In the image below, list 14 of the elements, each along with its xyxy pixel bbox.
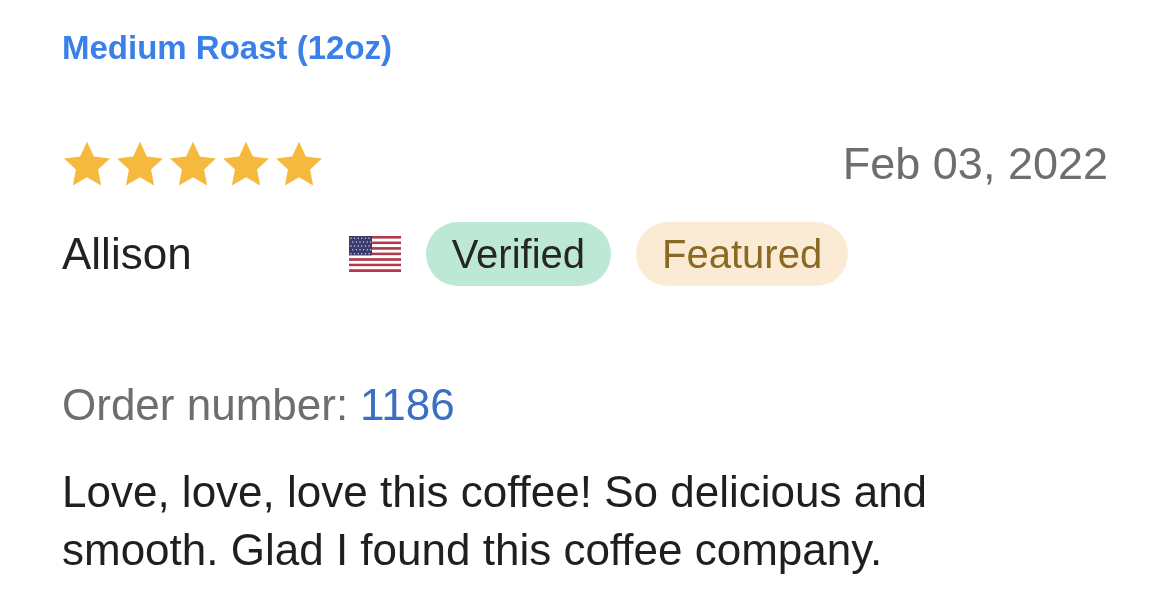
reviewer-name: Allison: [62, 228, 192, 280]
review-date: Feb 03, 2022: [842, 138, 1108, 190]
review-text: Love, love, love this coffee! So delicious and smooth. Glad I found this coffee company.: [62, 466, 929, 576]
order-number-link[interactable]: 1186: [360, 379, 455, 431]
star-icon: [168, 140, 218, 188]
verified-badge: Verified: [425, 222, 612, 286]
star-icon: [62, 140, 112, 188]
flag-icon: [348, 236, 401, 272]
star-icon: [115, 140, 165, 188]
star-icon: [221, 140, 271, 188]
product-link[interactable]: Medium Roast (12oz): [62, 28, 393, 68]
order-label: Order number:: [62, 379, 349, 431]
star-icon: [274, 140, 324, 188]
featured-badge: Featured: [636, 222, 849, 286]
